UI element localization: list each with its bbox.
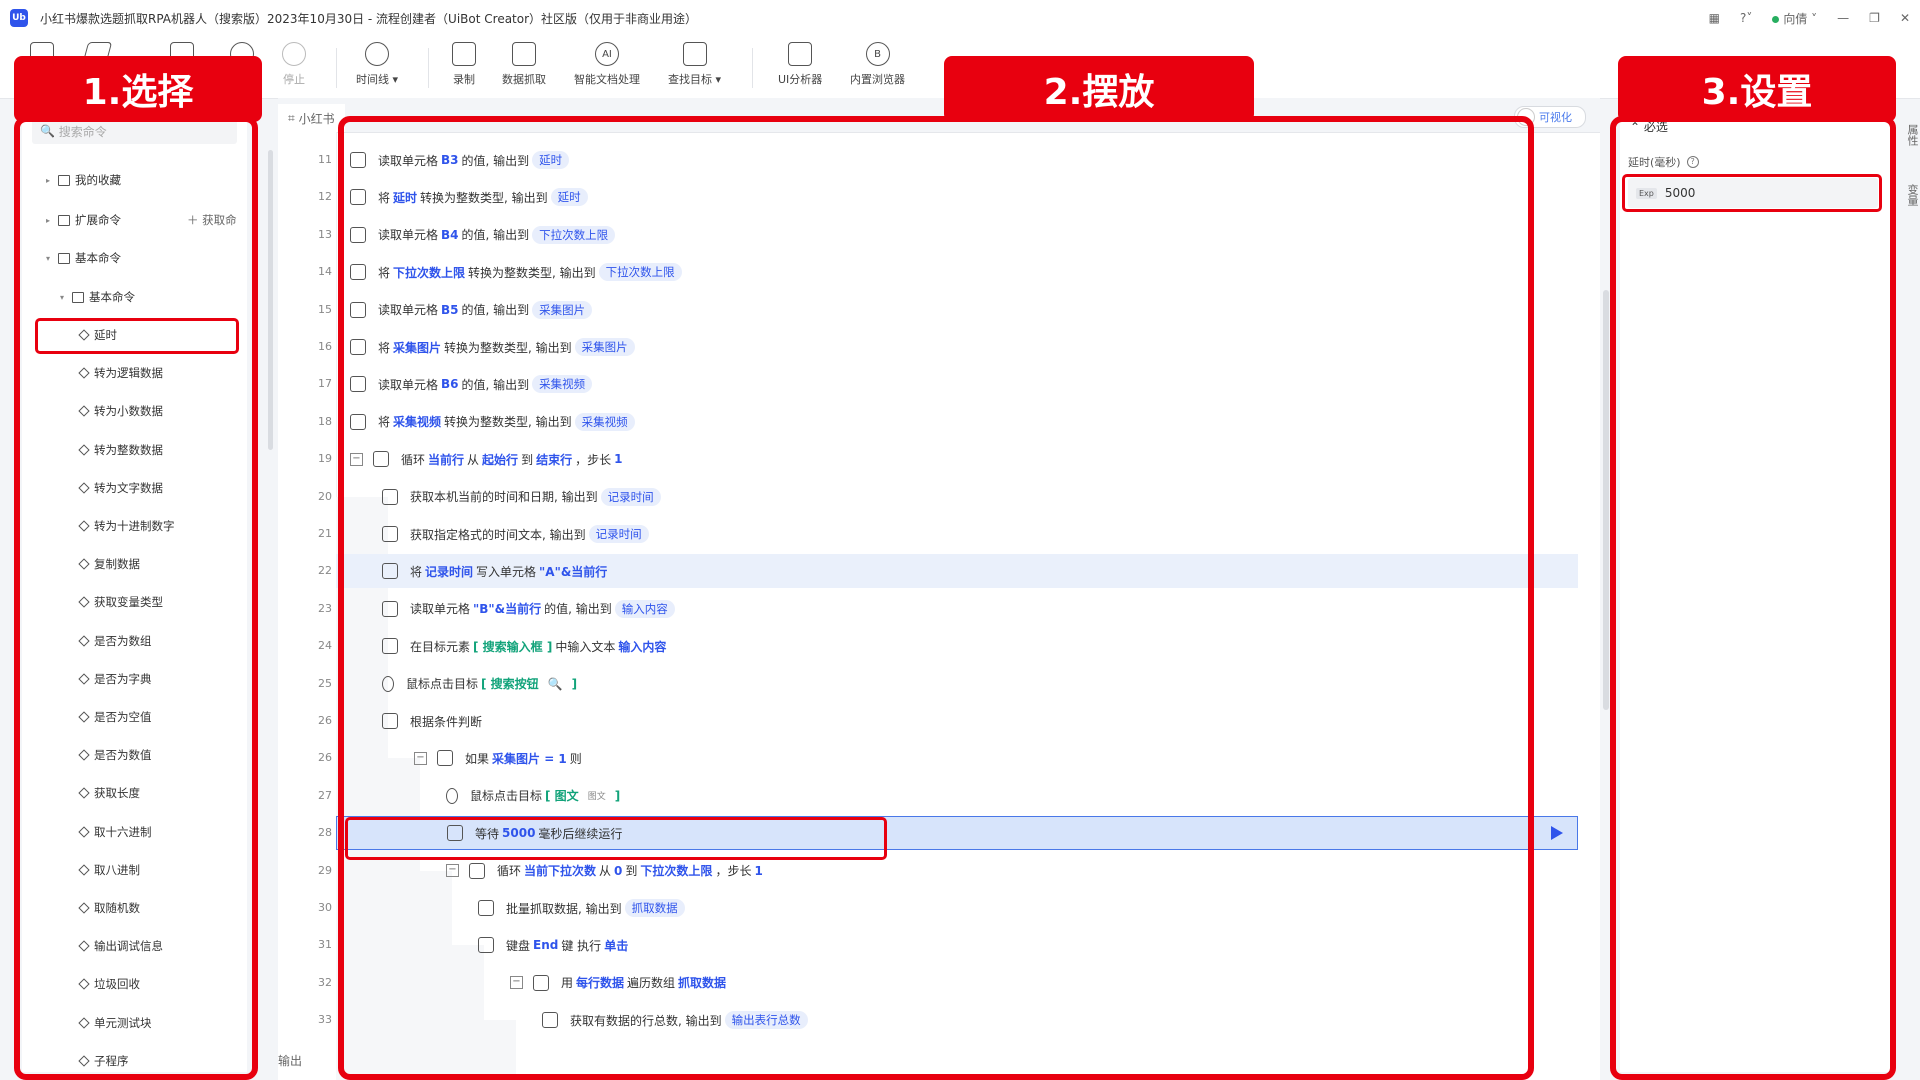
line-number: 22 [318,564,332,578]
line-number: 18 [318,414,332,428]
line-number: 13 [318,227,332,241]
callout-settings: 3.设置 [1618,56,1896,122]
line-number: 15 [318,302,332,316]
line-number: 19 [318,452,332,466]
ai-doc-icon: AI [595,42,619,66]
record-icon [452,42,476,66]
line-number: 20 [318,489,332,503]
place-highlight [338,116,1534,1080]
select-highlight [14,116,258,1080]
line-number: 25 [318,676,332,690]
line-number: 29 [318,863,332,877]
line-number: 21 [318,527,332,540]
ai-doc-button[interactable]: AI 智能文档处理 [574,42,640,87]
output-panel-tab[interactable]: 输出 [278,1052,302,1069]
stop-button[interactable]: 停止 [282,42,306,87]
data-grab-button[interactable]: 数据抓取 [502,42,546,87]
line-number: 12 [318,190,332,204]
line-number: 26 [318,714,332,727]
online-status-icon [1772,15,1780,23]
line-number: 24 [318,639,332,653]
title-bar: Ub 小红书爆款选题抓取RPA机器人（搜索版）2023年10月30日 - 流程创… [0,0,1920,37]
app-logo: Ub [10,9,28,27]
line-number: 32 [318,975,332,989]
delay-command-highlight [35,318,239,354]
ui-analyzer-button[interactable]: UI分析器 [778,42,822,87]
callout-select: 1.选择 [14,56,262,122]
properties-tab[interactable]: 属性 [1904,124,1920,146]
restore-button[interactable]: ❐ [1869,11,1880,25]
run-from-here-icon[interactable] [1551,826,1563,841]
ui-analyzer-icon [788,42,813,66]
line-number: 26 [318,751,332,765]
user-menu[interactable]: 向倩 ˅ [1772,10,1817,27]
tab-flow[interactable]: ⌗ 小红书 [278,104,345,132]
settings-highlight [1610,116,1896,1080]
line-number: 27 [318,788,332,802]
close-button[interactable]: ✕ [1900,11,1910,25]
line-number: 14 [318,265,332,279]
browser-icon: B [865,42,890,66]
line-number: 28 [318,826,332,840]
record-button[interactable]: 录制 [452,42,476,87]
line-number: 33 [318,1013,332,1027]
sidebar-scrollbar[interactable] [268,150,273,450]
right-panel-strip: 属性 变量 [1900,110,1920,1080]
line-number: 30 [318,901,332,914]
wait-row-highlight [345,817,887,860]
line-number: 23 [318,601,332,615]
editor-scrollbar[interactable] [1603,290,1609,710]
stop-icon [282,42,306,66]
line-number: 31 [318,938,332,952]
line-number: 11 [318,153,332,166]
minimize-button[interactable]: — [1837,11,1849,25]
variables-tab[interactable]: 变量 [1904,184,1920,206]
find-target-icon [682,42,707,66]
data-grab-icon [512,42,536,66]
timeline-button[interactable]: 时间线 ▾ [356,42,398,87]
line-number: 16 [318,340,332,353]
help-icon[interactable]: ?˅ [1740,11,1752,25]
callout-place: 2.摆放 [944,56,1254,122]
clock-icon [365,42,390,66]
builtin-browser-button[interactable]: B 内置浏览器 [850,42,905,87]
find-target-button[interactable]: 查找目标 ▾ [668,42,721,87]
line-number: 17 [318,377,332,391]
window-title: 小红书爆款选题抓取RPA机器人（搜索版）2023年10月30日 - 流程创建者（… [40,11,698,26]
delay-input-highlight [1622,174,1882,212]
apps-icon[interactable]: ▦ [1709,11,1720,25]
